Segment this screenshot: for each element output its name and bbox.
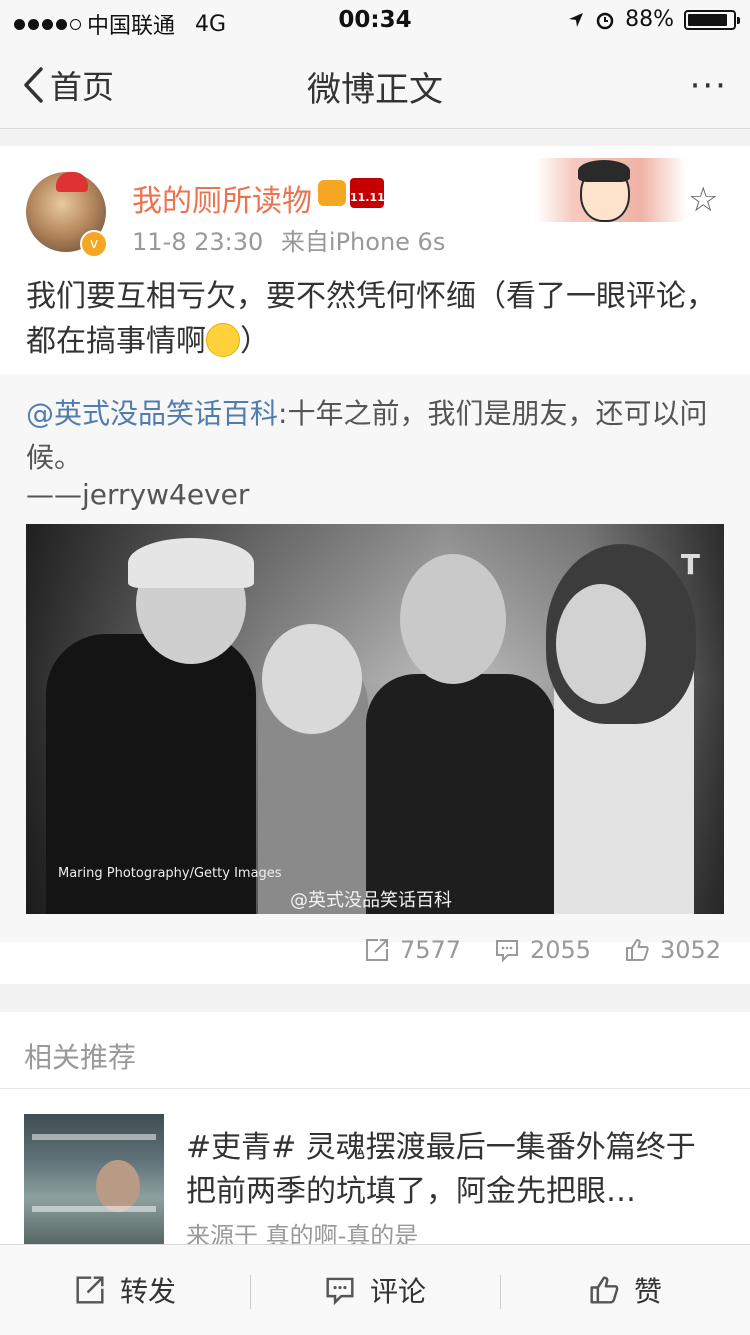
- repost-count: 7577: [400, 936, 462, 964]
- image-caption: Maring Photography/Getty Images: [58, 866, 282, 881]
- divider: [0, 1088, 750, 1089]
- vip-crown-icon: [318, 180, 346, 206]
- back-label: 首页: [50, 68, 115, 106]
- like-label: 赞: [633, 1275, 662, 1308]
- repost-label: 转发: [119, 1275, 176, 1308]
- author-name[interactable]: 我的厕所读物: [132, 176, 312, 220]
- like-count: 3052: [660, 936, 722, 964]
- watermark-logo-icon: T: [680, 548, 700, 581]
- like-button[interactable]: 赞: [500, 1245, 750, 1335]
- back-button[interactable]: 首页: [22, 62, 114, 108]
- comment-count: 2055: [530, 936, 592, 964]
- related-header: 相关推荐: [24, 1041, 137, 1074]
- nav-bar: 首页 微博正文 ···: [0, 40, 750, 128]
- alarm-icon: [596, 12, 614, 29]
- repost-mention-link[interactable]: @英式没品笑话百科: [26, 397, 278, 430]
- battery-percent: 88%: [625, 7, 674, 32]
- more-options-button[interactable]: ···: [690, 66, 728, 106]
- repost-signature: ——jerryw4ever: [26, 478, 250, 511]
- comment-label: 评论: [369, 1275, 426, 1308]
- bottom-toolbar: 转发 评论 赞: [0, 1244, 750, 1335]
- like-count-button[interactable]: 3052: [624, 936, 721, 964]
- repost-button[interactable]: 转发: [0, 1245, 250, 1335]
- status-bar: 中国联通 4G 00:34 88%: [0, 0, 750, 40]
- verified-badge-icon: v: [80, 230, 108, 258]
- thumbs-up-icon: [590, 1276, 619, 1304]
- repost-text: @英式没品笑话百科:十年之前，我们是朋友，还可以问候。: [26, 397, 708, 474]
- related-thumbnail[interactable]: [24, 1114, 164, 1254]
- weibo-post: v 我的厕所读物 11.11 11-8 23:30 来自iPhone 6s ☆ …: [0, 146, 750, 984]
- post-action-bar: 7577 2055 3052: [0, 936, 750, 976]
- image-watermark: @英式没品笑话百科: [290, 890, 452, 911]
- thumbs-up-icon: [626, 939, 649, 961]
- post-source: 来自iPhone 6s: [280, 228, 446, 256]
- chevron-left-icon: [24, 67, 43, 103]
- post-time: 11-8 23:30: [132, 228, 264, 256]
- comment-icon: [496, 940, 518, 963]
- reposted-content[interactable]: @英式没品笑话百科:十年之前，我们是朋友，还可以问候。 ——jerryw4eve…: [0, 374, 750, 942]
- laugh-emoji-icon: [206, 323, 240, 357]
- post-text: 我们要互相亏欠，要不然凭何怀缅（看了一眼评论，都在搞事情啊）: [26, 279, 716, 359]
- comment-count-button[interactable]: 2055: [494, 936, 591, 964]
- top-bar: 中国联通 4G 00:34 88% 首页 微博正文 ···: [0, 0, 750, 129]
- favorite-star-icon[interactable]: ☆: [688, 180, 718, 220]
- related-item-title[interactable]: #吏青# 灵魂摆渡最后一集番外篇终于把前两季的坑填了，阿金先把眼…: [186, 1126, 716, 1214]
- card-pendant-decoration: [536, 158, 686, 222]
- post-image[interactable]: T Maring Photography/Getty Images @英式没品笑…: [26, 524, 724, 914]
- comment-button[interactable]: 评论: [250, 1245, 500, 1335]
- share-icon: [366, 939, 388, 961]
- battery-icon: [684, 9, 740, 30]
- share-icon: [76, 1276, 104, 1304]
- repost-count-button[interactable]: 7577: [364, 936, 461, 964]
- comment-icon: [326, 1277, 354, 1306]
- location-icon: [569, 12, 584, 27]
- post-meta: 11-8 23:30 来自iPhone 6s: [132, 222, 445, 257]
- double-eleven-badge-icon: 11.11: [350, 178, 385, 208]
